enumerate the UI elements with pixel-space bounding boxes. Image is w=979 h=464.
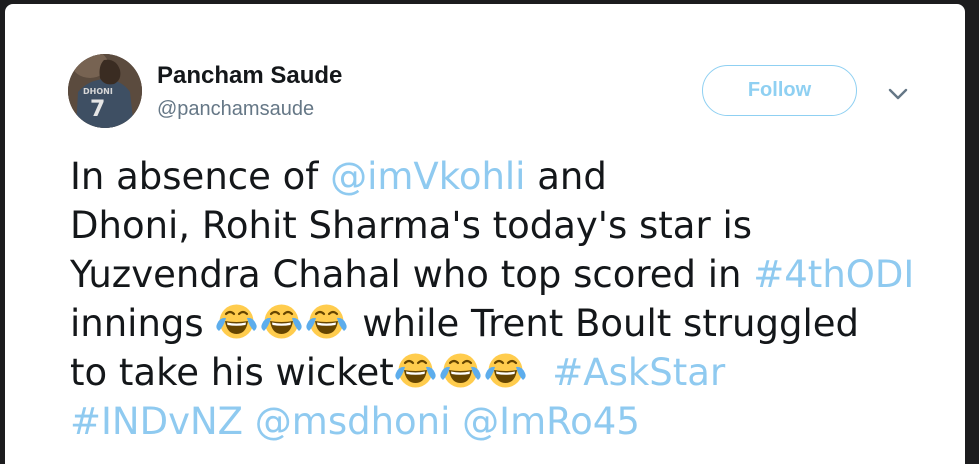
mention-link[interactable]: @imVkohli [330, 155, 525, 198]
hashtag-link[interactable]: #4thODI [753, 253, 914, 296]
chevron-down-icon[interactable] [885, 84, 911, 104]
tears-of-joy-emoji-icon [394, 349, 437, 392]
follow-button[interactable]: Follow [702, 65, 857, 116]
tweet-text-segment: and [525, 155, 607, 198]
avatar[interactable]: DHONI 7 [68, 54, 142, 128]
tears-of-joy-emoji-icon [260, 300, 303, 343]
tweet-line: In absence of @imVkohli and [70, 152, 970, 201]
tweet-text-segment: Yuzvendra Chahal who top scored in [70, 253, 754, 296]
avatar-image: DHONI 7 [68, 54, 142, 128]
tweet-line: innings while Trent Boult struggled [70, 299, 970, 348]
display-name[interactable]: Pancham Saude [157, 62, 342, 90]
tweet-line: #INDvNZ @msdhoni @ImRo45 [70, 397, 970, 446]
mention-link[interactable]: @msdhoni [255, 400, 451, 443]
tears-of-joy-emoji-icon [305, 300, 348, 343]
tweet-text-segment: In absence of [70, 155, 331, 198]
hashtag-link[interactable]: #INDvNZ [70, 400, 243, 443]
tears-of-joy-emoji-icon [484, 349, 527, 392]
tweet-text-segment: while Trent Boult struggled [350, 302, 860, 345]
svg-text:DHONI: DHONI [83, 87, 113, 96]
tweet-line: Yuzvendra Chahal who top scored in #4thO… [70, 250, 970, 299]
tears-of-joy-emoji-icon [439, 349, 482, 392]
svg-text:7: 7 [90, 97, 105, 122]
user-handle[interactable]: @panchamsaude [157, 98, 314, 121]
tweet-text-segment: innings [70, 302, 216, 345]
tweet-card: DHONI 7 Pancham Saude @panchamsaude Foll… [5, 4, 965, 464]
tweet-line: Dhoni, Rohit Sharma's today's star is [70, 201, 970, 250]
tweet-line: to take his wicket #AskStar [70, 348, 970, 397]
tweet-text: In absence of @imVkohli and Dhoni, Rohit… [70, 152, 970, 446]
tweet-text-segment: to take his wicket [70, 351, 394, 394]
tweet-text-segment: Dhoni, Rohit Sharma's today's star is [70, 204, 753, 247]
mention-link[interactable]: @ImRo45 [462, 400, 640, 443]
hashtag-link[interactable]: #AskStar [552, 351, 725, 394]
tears-of-joy-emoji-icon [215, 300, 258, 343]
